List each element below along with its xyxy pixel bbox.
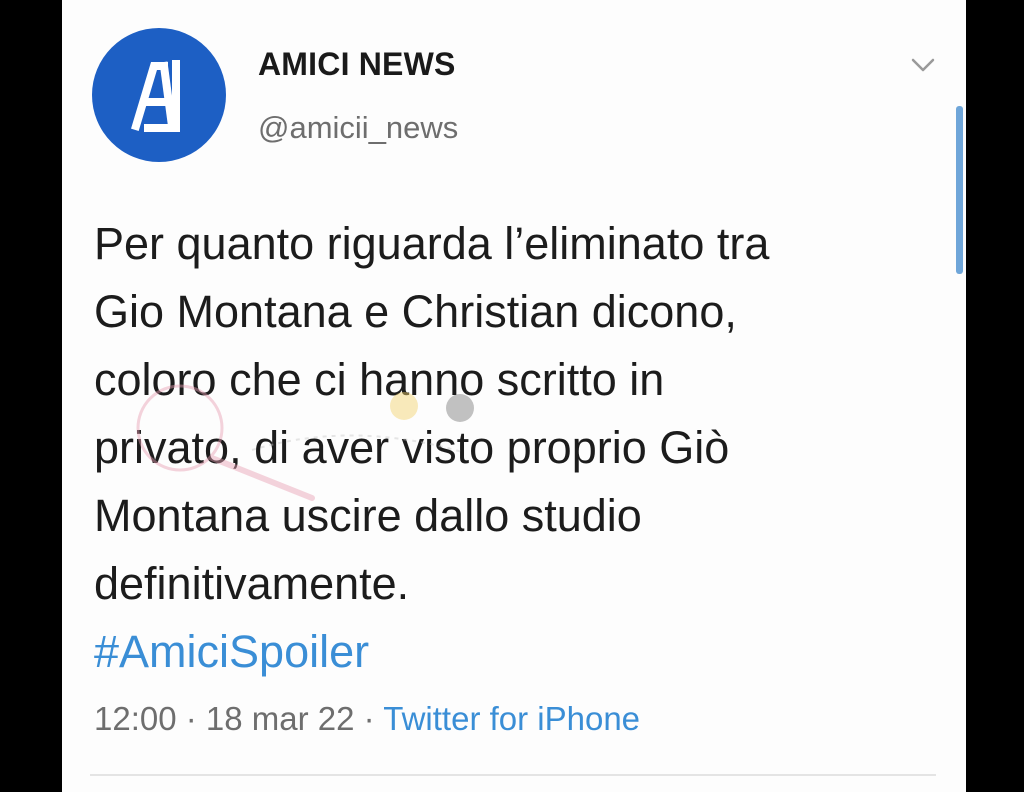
tweet-source-link[interactable]: Twitter for iPhone bbox=[383, 700, 640, 737]
tweet-meta: 12:00 · 18 mar 22 · Twitter for iPhone bbox=[94, 700, 640, 738]
display-name[interactable]: AMICI NEWS bbox=[258, 46, 456, 83]
chevron-down-icon[interactable] bbox=[910, 56, 936, 74]
scroll-indicator[interactable] bbox=[956, 106, 963, 274]
tweet-line: Gio Montana e Christian dicono, bbox=[94, 286, 737, 337]
tweet-line: definitivamente. bbox=[94, 558, 410, 609]
meta-separator: · bbox=[354, 700, 384, 737]
tweet-text: Per quanto riguarda l’eliminato tra Gio … bbox=[94, 210, 944, 618]
tweet-line: privato, di aver visto proprio Giò bbox=[94, 422, 730, 473]
hashtag-link[interactable]: #AmiciSpoiler bbox=[94, 618, 369, 686]
divider bbox=[90, 774, 936, 776]
tweet-date[interactable]: 18 mar 22 bbox=[206, 700, 355, 737]
tweet-line: Per quanto riguarda l’eliminato tra bbox=[94, 218, 770, 269]
logo-icon bbox=[131, 60, 180, 132]
avatar[interactable] bbox=[92, 28, 226, 162]
tweet-line: coloro che ci hanno scritto in bbox=[94, 354, 665, 405]
tweet-card: AMICI NEWS @amicii_news Per quanto rigua… bbox=[62, 0, 966, 792]
meta-separator: · bbox=[176, 700, 206, 737]
user-handle[interactable]: @amicii_news bbox=[258, 110, 458, 146]
screenshot-frame: AMICI NEWS @amicii_news Per quanto rigua… bbox=[0, 0, 1024, 792]
tweet-line: Montana uscire dallo studio bbox=[94, 490, 642, 541]
tweet-time[interactable]: 12:00 bbox=[94, 700, 177, 737]
